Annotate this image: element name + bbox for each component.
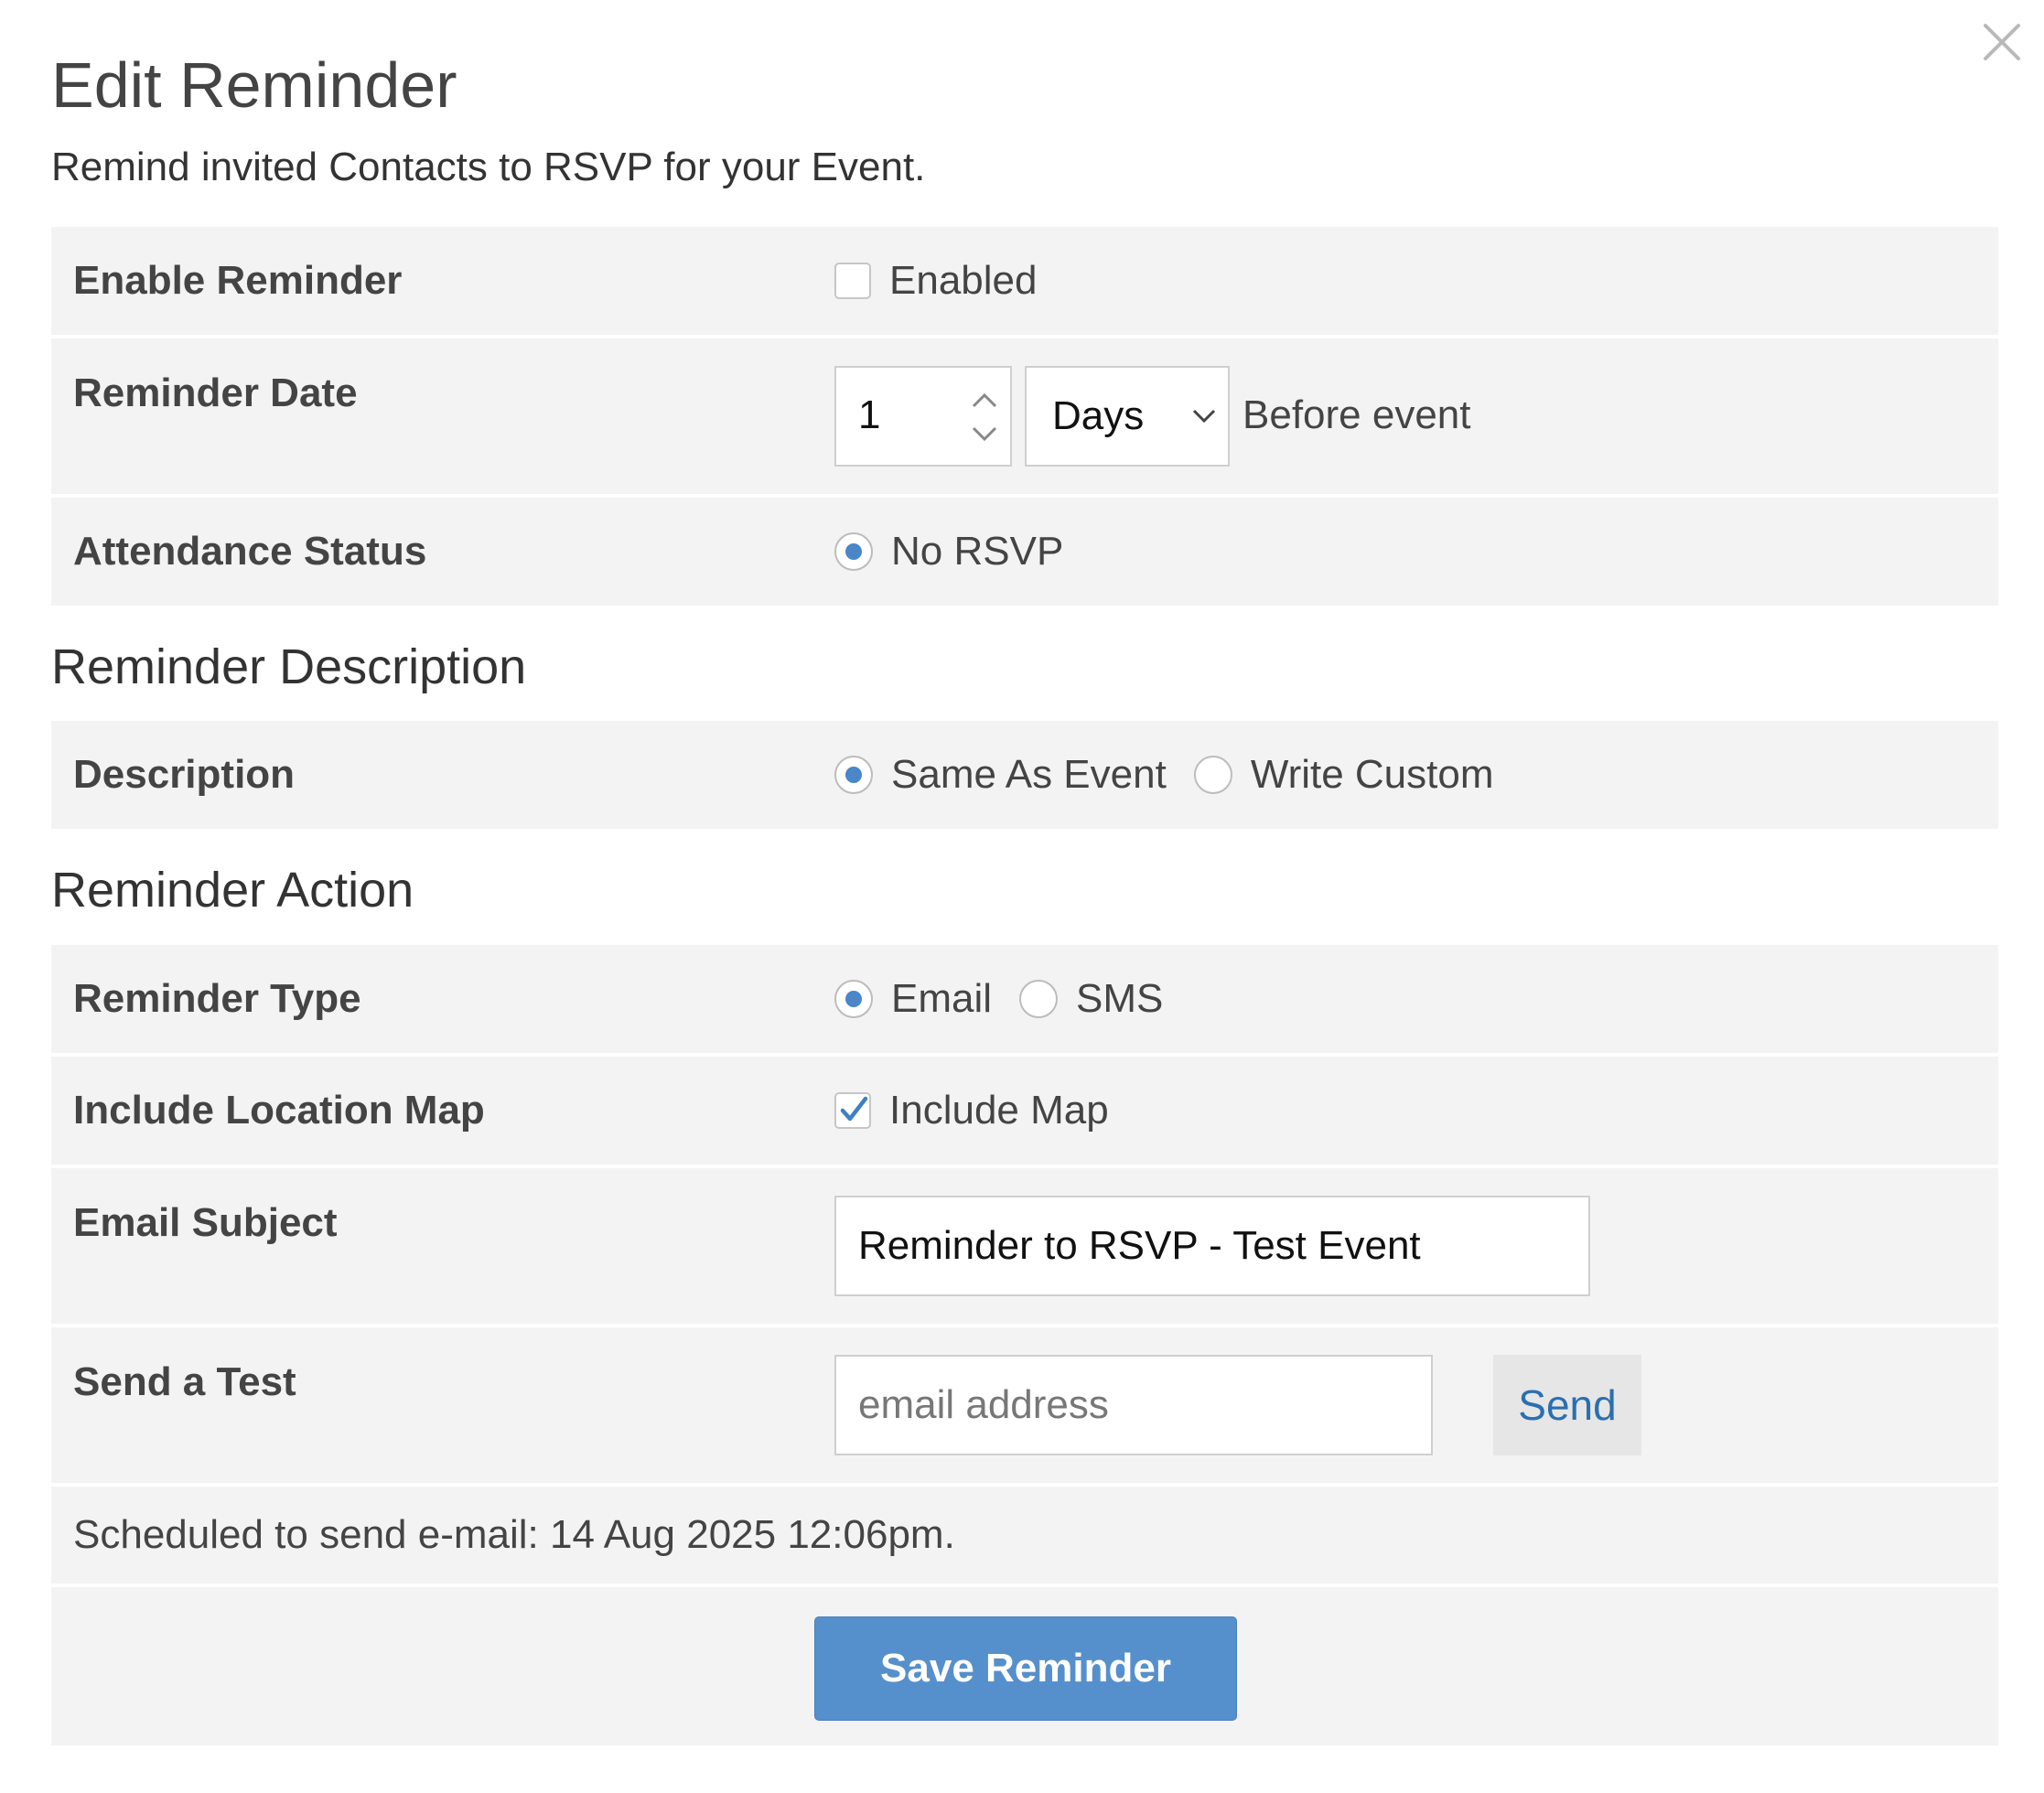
reminder-type-options: Email SMS (834, 973, 1163, 1025)
schedule-row: Scheduled to send e-mail: 14 Aug 2025 12… (51, 1487, 1998, 1584)
test-email-input[interactable] (834, 1355, 1433, 1455)
reminder-amount-stepper[interactable]: 1 (834, 366, 1012, 467)
no-rsvp-radio[interactable] (834, 532, 873, 571)
sms-radio[interactable] (1019, 980, 1059, 1018)
reminder-unit-value[interactable]: Days (1052, 391, 1144, 442)
enable-reminder-control[interactable]: Enabled (834, 255, 1037, 306)
no-rsvp-option-label[interactable]: No RSVP (891, 526, 1063, 577)
reminder-settings-table: Enable Reminder Enabled Reminder Date 1 … (51, 227, 1998, 606)
same-as-event-radio[interactable] (834, 756, 873, 794)
checkmark-icon (840, 1096, 868, 1122)
sms-option-label[interactable]: SMS (1076, 973, 1163, 1025)
before-event-label: Before event (1243, 392, 1471, 437)
send-test-label: Send a Test (73, 1359, 296, 1404)
email-subject-label: Email Subject (73, 1200, 338, 1245)
reminder-unit-select[interactable]: Days (1025, 366, 1230, 467)
email-subject-input[interactable] (834, 1196, 1590, 1296)
attendance-status-control[interactable]: No RSVP (834, 526, 1063, 577)
location-map-row: Include Location Map Include Map (51, 1057, 1998, 1165)
dialog-subtitle: Remind invited Contacts to RSVP for your… (51, 145, 926, 189)
reminder-action-heading: Reminder Action (51, 863, 414, 918)
dialog-title: Edit Reminder (51, 49, 457, 121)
enabled-option-label[interactable]: Enabled (889, 255, 1037, 306)
chevron-down-icon (1191, 408, 1217, 429)
enabled-checkbox[interactable] (834, 263, 871, 299)
email-option-label[interactable]: Email (891, 973, 992, 1025)
description-row: Description Same As Event Write Custom (51, 721, 1998, 829)
reminder-description-heading: Reminder Description (51, 639, 527, 694)
email-subject-row: Email Subject (51, 1168, 1998, 1324)
save-reminder-button[interactable]: Save Reminder (814, 1616, 1237, 1721)
reminder-amount-value[interactable]: 1 (858, 390, 880, 441)
reminder-action-table: Reminder Type Email SMS Include Location… (51, 945, 1998, 1745)
attendance-status-row: Attendance Status No RSVP (51, 498, 1998, 606)
include-map-checkbox[interactable] (834, 1092, 871, 1129)
edit-reminder-dialog: Edit Reminder Remind invited Contacts to… (0, 0, 2044, 1793)
email-radio[interactable] (834, 980, 873, 1018)
save-row: Save Reminder (51, 1587, 1998, 1745)
location-map-label: Include Location Map (73, 1088, 485, 1133)
location-map-control[interactable]: Include Map (834, 1085, 1109, 1136)
attendance-status-label: Attendance Status (73, 529, 427, 574)
stepper-arrows-icon[interactable] (966, 381, 1003, 454)
reminder-description-table: Description Same As Event Write Custom (51, 721, 1998, 829)
reminder-type-row: Reminder Type Email SMS (51, 945, 1998, 1053)
schedule-info: Scheduled to send e-mail: 14 Aug 2025 12… (73, 1512, 955, 1557)
enable-reminder-row: Enable Reminder Enabled (51, 227, 1998, 335)
reminder-date-label: Reminder Date (73, 370, 358, 415)
same-as-event-label[interactable]: Same As Event (891, 749, 1167, 800)
include-map-label[interactable]: Include Map (889, 1085, 1109, 1136)
send-test-button[interactable]: Send (1493, 1355, 1641, 1455)
reminder-date-row: Reminder Date 1 Days Before event (51, 338, 1998, 494)
close-icon[interactable] (1978, 18, 2026, 66)
write-custom-label[interactable]: Write Custom (1251, 749, 1494, 800)
description-options: Same As Event Write Custom (834, 749, 1494, 800)
reminder-type-label: Reminder Type (73, 976, 361, 1021)
description-label: Description (73, 752, 296, 797)
send-test-row: Send a Test Send (51, 1327, 1998, 1483)
enable-reminder-label: Enable Reminder (73, 258, 403, 303)
write-custom-radio[interactable] (1193, 756, 1232, 794)
